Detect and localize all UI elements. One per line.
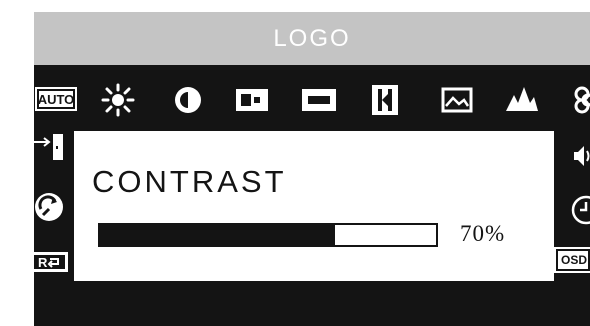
reset-icon[interactable]: R	[34, 250, 74, 274]
exit-icon[interactable]	[34, 130, 72, 164]
phase-icon[interactable]	[370, 83, 400, 117]
size-icon[interactable]	[300, 85, 338, 115]
logo-bar: LOGO	[34, 12, 590, 65]
auto-adjust-label: AUTO	[37, 91, 75, 107]
auto-adjust-icon[interactable]: AUTO	[37, 89, 75, 109]
setting-title: CONTRAST	[92, 164, 287, 199]
logo: LOGO	[273, 24, 351, 52]
volume-icon[interactable]	[568, 142, 590, 170]
osd-menu: LOGO AUTO R OSD CONTRAST 70%	[34, 12, 590, 326]
sharpness-icon[interactable]	[504, 83, 540, 115]
osd-label: OSD	[561, 253, 588, 267]
brightness-icon[interactable]	[98, 83, 138, 117]
position-icon[interactable]	[234, 85, 270, 115]
contrast-slider-fill	[100, 225, 336, 245]
color-icon[interactable]	[572, 85, 590, 115]
timer-icon[interactable]	[566, 192, 590, 228]
image-icon[interactable]	[440, 85, 474, 115]
svg-text:R: R	[38, 255, 48, 270]
contrast-value: 70%	[460, 221, 506, 246]
setting-panel: CONTRAST 70%	[74, 131, 554, 281]
recall-icon[interactable]	[34, 187, 73, 227]
osd-icon[interactable]: OSD	[556, 249, 590, 271]
contrast-icon[interactable]	[171, 83, 205, 117]
contrast-slider[interactable]	[98, 223, 438, 247]
